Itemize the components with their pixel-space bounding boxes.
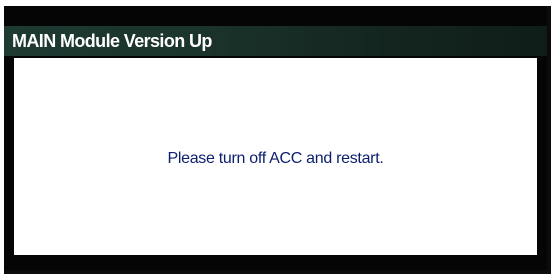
head-unit-screen: MAIN Module Version Up Please turn off A… (4, 6, 547, 270)
dialog-message: Please turn off ACC and restart. (167, 150, 384, 167)
dialog-title-bar: MAIN Module Version Up (4, 26, 547, 56)
dialog-title: MAIN Module Version Up (12, 30, 212, 51)
dialog-body: Please turn off ACC and restart. (14, 58, 537, 255)
